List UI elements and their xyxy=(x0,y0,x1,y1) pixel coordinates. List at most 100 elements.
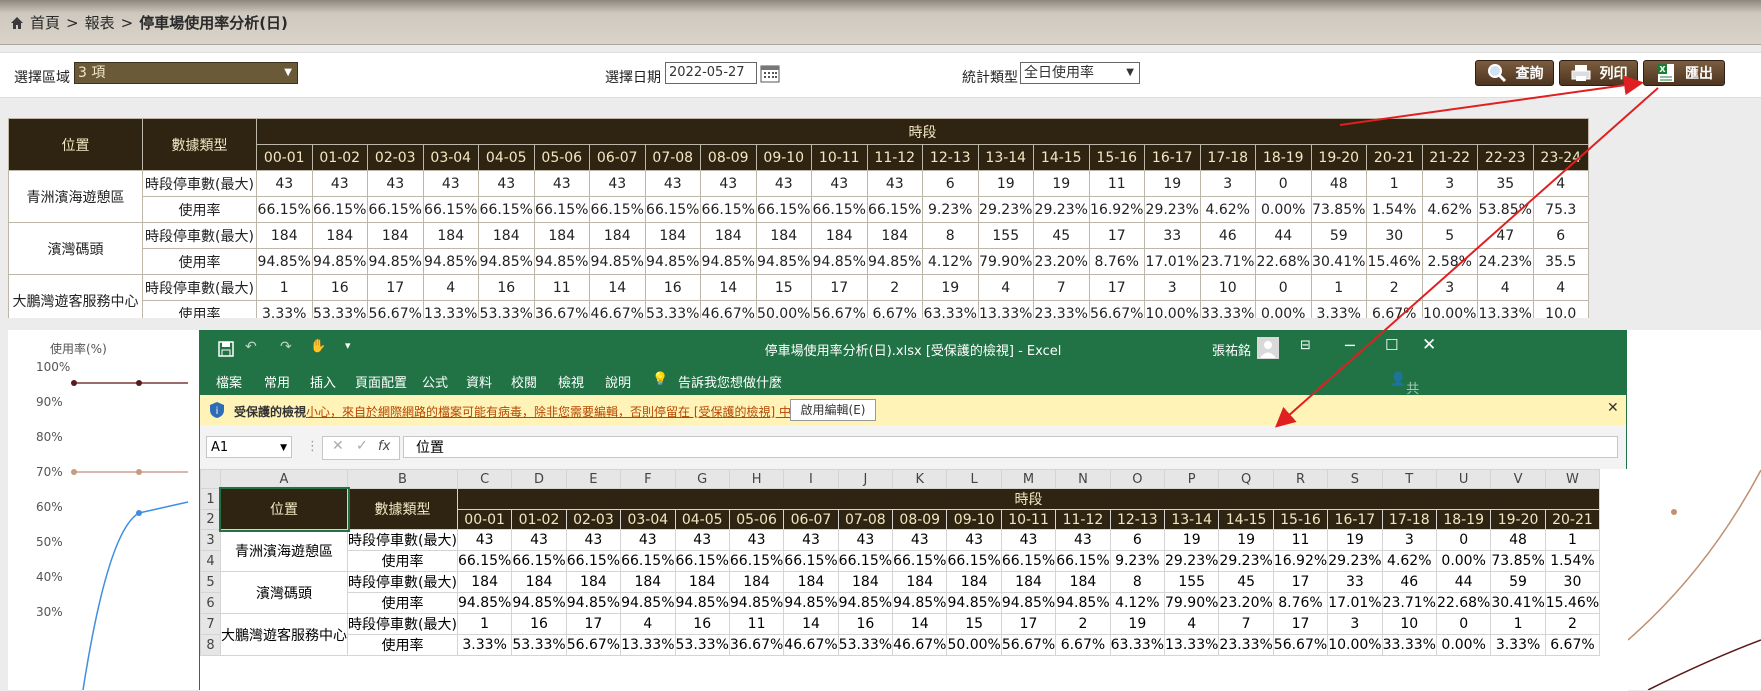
cell-count[interactable]: 33 xyxy=(1327,571,1383,593)
ribbon-tab[interactable]: 資料 xyxy=(466,372,492,391)
cell-count[interactable]: 0 xyxy=(1435,529,1492,551)
cell-count[interactable]: 43 xyxy=(783,529,839,551)
column-header[interactable]: O xyxy=(1109,469,1166,489)
cell-rate[interactable]: 29.23% xyxy=(1218,550,1274,572)
cell-rate[interactable]: 46.67% xyxy=(892,634,948,656)
cell-count[interactable]: 184 xyxy=(674,571,730,593)
share-button[interactable]: 👤 共用 xyxy=(1390,372,1419,416)
cell-count[interactable]: 19 xyxy=(1327,529,1383,551)
cell-count[interactable]: 184 xyxy=(837,571,894,593)
cell-rate[interactable]: 1.54% xyxy=(1544,550,1601,572)
column-header[interactable]: W xyxy=(1544,469,1601,489)
cell-hour-header[interactable]: 20-21 xyxy=(1544,509,1601,530)
cell-datatype[interactable]: 使用率 xyxy=(347,592,458,614)
column-header[interactable]: N xyxy=(1055,469,1111,489)
excel-grid[interactable]: A B C D E F G H I J K L M N O P Q R S T U V W 1 位置 數據類型 時段 2 00-01 01… xyxy=(200,469,1628,691)
cell-count[interactable]: 4 xyxy=(620,613,676,635)
cell-count[interactable]: 59 xyxy=(1490,571,1546,593)
ribbon-tab[interactable]: 插入 xyxy=(310,372,336,391)
cell-rate[interactable]: 66.15% xyxy=(1055,550,1111,572)
cell-rate[interactable]: 4.12% xyxy=(1109,592,1166,614)
cell-count[interactable]: 3 xyxy=(1327,613,1383,635)
print-button[interactable]: 列印 xyxy=(1559,60,1638,86)
area-select[interactable]: 3 項 ▼ xyxy=(74,62,298,84)
cell-hour-header[interactable]: 01-02 xyxy=(511,509,567,530)
column-header[interactable]: H xyxy=(728,469,785,489)
column-header[interactable]: G xyxy=(674,469,730,489)
cell-count[interactable]: 184 xyxy=(565,571,622,593)
cell-rate[interactable]: 46.67% xyxy=(783,634,839,656)
ribbon-tab[interactable]: 常用 xyxy=(264,372,290,391)
cell-rate[interactable]: 66.15% xyxy=(456,550,513,572)
cell-hour-header[interactable]: 09-10 xyxy=(946,509,1002,530)
cell-count[interactable]: 1 xyxy=(1544,529,1601,551)
cell-count[interactable]: 17 xyxy=(565,613,622,635)
cell-rate[interactable]: 53.33% xyxy=(674,634,730,656)
column-header[interactable]: D xyxy=(511,469,567,489)
cell-rate[interactable]: 94.85% xyxy=(783,592,839,614)
cell-rate[interactable]: 79.90% xyxy=(1164,592,1220,614)
cell-datatype-header[interactable]: 數據類型 xyxy=(347,488,458,530)
cell-count[interactable]: 43 xyxy=(728,529,785,551)
cell-rate[interactable]: 6.67% xyxy=(1055,634,1111,656)
cell-hour-header[interactable]: 04-05 xyxy=(674,509,730,530)
cell-rate[interactable]: 94.85% xyxy=(511,592,567,614)
cell-rate[interactable]: 53.33% xyxy=(837,634,894,656)
insert-function-icon[interactable]: fx xyxy=(378,439,390,454)
cell-rate[interactable]: 10.00% xyxy=(1327,634,1383,656)
row-header[interactable]: 2 xyxy=(200,509,221,530)
cell-rate[interactable]: 15.46% xyxy=(1544,592,1601,614)
cell-count[interactable]: 1 xyxy=(456,613,513,635)
cell-count[interactable]: 184 xyxy=(511,571,567,593)
cell-count[interactable]: 184 xyxy=(946,571,1002,593)
cell-count[interactable]: 43 xyxy=(837,529,894,551)
close-icon[interactable]: ✕ xyxy=(1422,335,1436,355)
column-header[interactable]: F xyxy=(620,469,676,489)
cell-rate[interactable]: 66.15% xyxy=(728,550,785,572)
cell-rate[interactable]: 36.67% xyxy=(728,634,785,656)
column-header[interactable]: P xyxy=(1164,469,1220,489)
row-header[interactable]: 4 xyxy=(200,550,221,572)
home-icon[interactable] xyxy=(10,16,24,30)
avatar[interactable] xyxy=(1257,337,1279,359)
cell-count[interactable]: 184 xyxy=(728,571,785,593)
cell-rate[interactable]: 94.85% xyxy=(1055,592,1111,614)
cell-hour-header[interactable]: 00-01 xyxy=(456,509,513,530)
cell-rate[interactable]: 4.62% xyxy=(1381,550,1437,572)
row-header[interactable]: 3 xyxy=(200,529,221,551)
formula-input[interactable]: 位置 xyxy=(403,436,1618,458)
cell-datatype[interactable]: 使用率 xyxy=(347,634,458,656)
cell-rate[interactable]: 94.85% xyxy=(674,592,730,614)
row-header[interactable]: 5 xyxy=(200,571,221,593)
tell-me-box[interactable]: 告訴我您想做什麼 xyxy=(678,372,782,391)
cancel-icon[interactable]: ✕ xyxy=(332,438,344,454)
cell-rate[interactable]: 66.15% xyxy=(620,550,676,572)
cell-count[interactable]: 17 xyxy=(1000,613,1057,635)
type-select[interactable]: 全日使用率 ▼ xyxy=(1020,62,1140,84)
cell-hour-header[interactable]: 18-19 xyxy=(1435,509,1492,530)
cell-count[interactable]: 11 xyxy=(728,613,785,635)
cell-rate[interactable]: 3.33% xyxy=(456,634,513,656)
cell-count[interactable]: 7 xyxy=(1218,613,1274,635)
cell-count[interactable]: 43 xyxy=(565,529,622,551)
cell-rate[interactable]: 66.15% xyxy=(565,550,622,572)
cell-rate[interactable]: 53.33% xyxy=(511,634,567,656)
cell-rate[interactable]: 8.76% xyxy=(1272,592,1329,614)
cell-rate[interactable]: 63.33% xyxy=(1109,634,1166,656)
cell-count[interactable]: 3 xyxy=(1381,529,1437,551)
cell-rate[interactable]: 50.00% xyxy=(946,634,1002,656)
cell-rate[interactable]: 94.85% xyxy=(620,592,676,614)
row-header[interactable]: 8 xyxy=(200,634,221,656)
column-header[interactable]: M xyxy=(1000,469,1057,489)
cell-hour-header[interactable]: 02-03 xyxy=(565,509,622,530)
export-button[interactable]: X 匯出 xyxy=(1643,60,1725,86)
cell-rate[interactable]: 13.33% xyxy=(620,634,676,656)
close-icon[interactable]: ✕ xyxy=(1607,400,1619,416)
cell-count[interactable]: 16 xyxy=(511,613,567,635)
cell-rate[interactable]: 33.33% xyxy=(1381,634,1437,656)
cell-count[interactable]: 19 xyxy=(1164,529,1220,551)
cell-rate[interactable]: 9.23% xyxy=(1109,550,1166,572)
cell-hour-header[interactable]: 11-12 xyxy=(1055,509,1111,530)
cell-count[interactable]: 46 xyxy=(1381,571,1437,593)
column-header[interactable]: L xyxy=(946,469,1002,489)
